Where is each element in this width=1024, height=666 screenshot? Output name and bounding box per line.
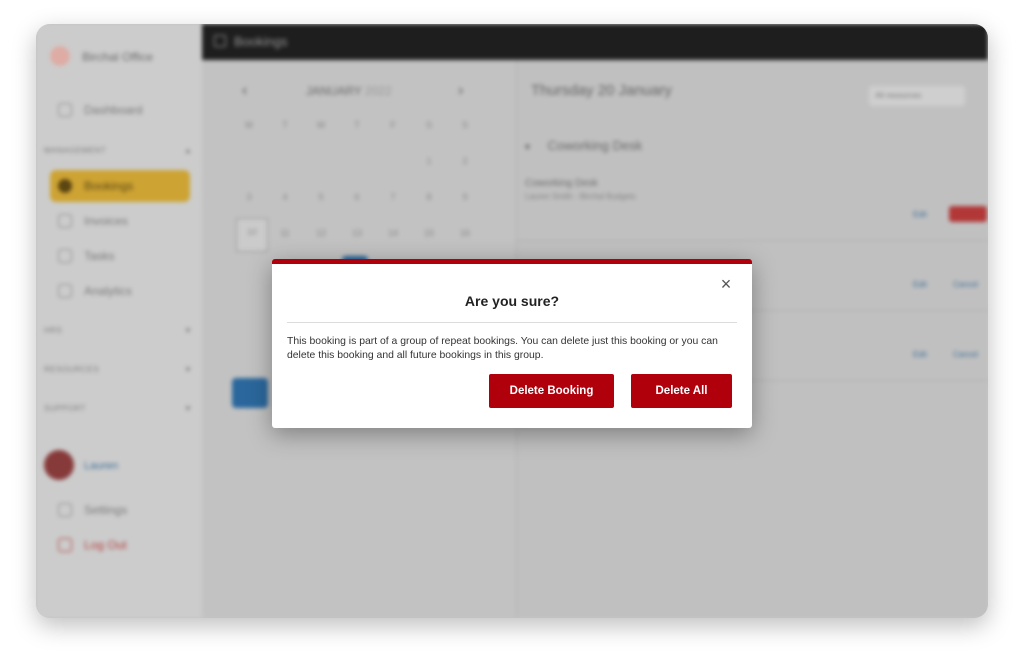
delete-all-button[interactable]: Delete All: [631, 374, 732, 408]
dialog-title: Are you sure?: [464, 293, 560, 309]
delete-booking-button[interactable]: Delete Booking: [489, 374, 614, 408]
dialog-message: This booking is part of a group of repea…: [287, 336, 718, 361]
confirm-delete-dialog: × Are you sure? This booking is part of …: [272, 259, 752, 428]
divider: [287, 322, 737, 323]
close-icon[interactable]: ×: [718, 275, 734, 293]
